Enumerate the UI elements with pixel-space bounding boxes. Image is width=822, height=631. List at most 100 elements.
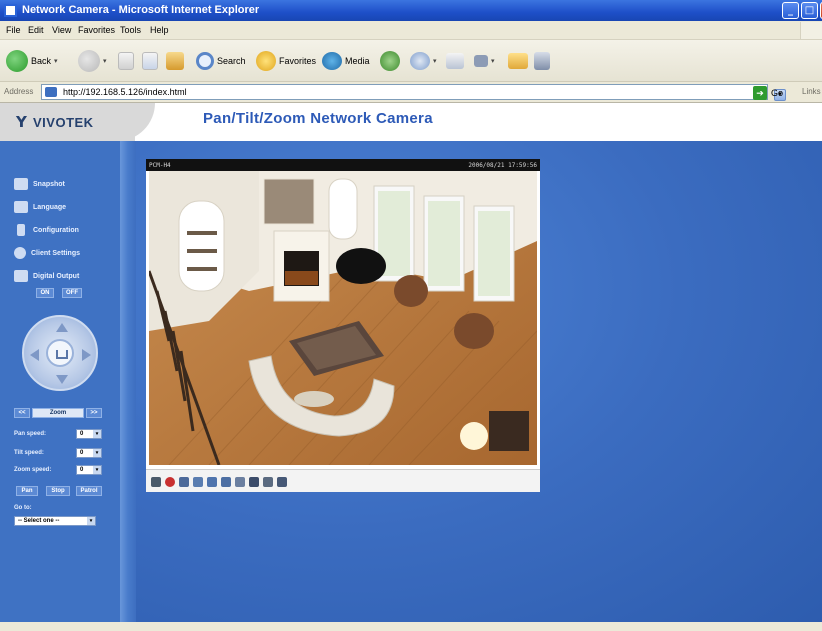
refresh-button[interactable]	[142, 49, 158, 73]
living-room-scene	[149, 171, 537, 465]
chevron-down-icon: ▾	[93, 430, 101, 438]
go-arrow-icon: ➔	[753, 86, 767, 100]
digital-zoom-ctrl-icon[interactable]	[179, 477, 189, 487]
goto-select-value: -- Select one --	[18, 518, 60, 524]
links-label[interactable]: Links	[802, 87, 821, 96]
address-label: Address	[4, 87, 34, 96]
digital-output-on-button[interactable]: ON	[36, 288, 54, 298]
tilt-up-icon[interactable]	[56, 323, 68, 332]
home-icon	[166, 52, 184, 70]
pan-speed-label: Pan speed:	[14, 431, 47, 437]
sidebar-item-configuration[interactable]: Configuration	[14, 221, 79, 239]
mail-button[interactable]: ▾	[410, 49, 437, 73]
forward-dropdown-icon[interactable]: ▾	[103, 57, 107, 65]
tilt-speed-label: Tilt speed:	[14, 450, 44, 456]
edit-button[interactable]: ▾	[474, 49, 495, 73]
history-button[interactable]	[380, 49, 400, 73]
menu-favorites[interactable]: Favorites	[78, 25, 115, 35]
back-button[interactable]: Back ▾	[6, 49, 58, 73]
chevron-down-icon: ▾	[93, 466, 101, 474]
messenger-button[interactable]	[534, 49, 550, 73]
address-url[interactable]: http://192.168.5.126/index.html	[63, 87, 187, 97]
title-bar: Network Camera - Microsoft Internet Expl…	[0, 0, 822, 21]
tilt-speed-select[interactable]: 0 ▾	[76, 448, 102, 458]
fullscreen-ctrl-icon[interactable]	[277, 477, 287, 487]
tilt-down-icon[interactable]	[56, 375, 68, 384]
browser-toolbar: Back ▾ ▾ Search Favorites Media ▾ ▾	[0, 40, 822, 82]
snapshot-ctrl-icon[interactable]	[151, 477, 161, 487]
talk-ctrl-icon[interactable]	[263, 477, 273, 487]
record-ctrl-icon[interactable]	[165, 477, 175, 487]
video-controls-bar	[146, 469, 540, 492]
back-dropdown-icon[interactable]: ▾	[54, 57, 58, 65]
favorites-button[interactable]: Favorites	[256, 49, 316, 73]
page-icon	[45, 87, 57, 97]
menu-file[interactable]: File	[6, 25, 21, 35]
output-icon	[14, 270, 28, 282]
video-status-bar: PCM-H4 2006/08/21 17:59:56	[146, 159, 540, 171]
zoom-speed-value: 0	[80, 467, 84, 473]
sidebar-item-snapshot[interactable]: Snapshot	[14, 175, 65, 193]
menu-view[interactable]: View	[52, 25, 71, 35]
pan-left-icon[interactable]	[30, 349, 39, 361]
volume-ctrl-icon[interactable]	[235, 477, 245, 487]
pan-button[interactable]: Pan	[16, 486, 38, 496]
sidebar-item-label: Digital Output	[33, 272, 80, 280]
address-field[interactable]: http://192.168.5.126/index.html ▾	[41, 84, 786, 101]
media-button[interactable]: Media	[322, 49, 370, 73]
folder-button[interactable]	[508, 49, 528, 73]
pause-ctrl-icon[interactable]	[221, 477, 231, 487]
messenger-icon	[534, 52, 550, 70]
print-button[interactable]	[446, 49, 464, 73]
zoom-in-button[interactable]: >>	[86, 408, 102, 418]
go-label: Go	[771, 88, 784, 98]
forward-button[interactable]: ▾	[78, 49, 107, 73]
play-ctrl-icon[interactable]	[207, 477, 217, 487]
sidebar-item-client-settings[interactable]: Client Settings	[14, 244, 80, 262]
history-icon	[380, 51, 400, 71]
camera-icon	[14, 178, 28, 190]
sidebar-item-digital-output[interactable]: Digital Output	[14, 267, 79, 285]
stop-button[interactable]	[118, 49, 134, 73]
home-button[interactable]	[166, 49, 184, 73]
globe-icon	[14, 201, 28, 213]
menu-help[interactable]: Help	[150, 25, 169, 35]
live-video-image[interactable]	[149, 171, 537, 465]
mute-ctrl-icon[interactable]	[249, 477, 259, 487]
sidebar-item-language[interactable]: Language	[14, 198, 66, 216]
search-label: Search	[217, 56, 246, 66]
stop-ctrl-icon[interactable]	[193, 477, 203, 487]
goto-select[interactable]: -- Select one -- ▾	[14, 516, 96, 526]
ptz-control-pad[interactable]	[22, 315, 98, 391]
refresh-icon	[142, 52, 158, 70]
pan-speed-select[interactable]: 0 ▾	[76, 429, 102, 439]
pan-right-icon[interactable]	[82, 349, 91, 361]
maximize-button[interactable]: □	[801, 2, 818, 19]
go-button[interactable]: ➔ Go	[753, 85, 783, 101]
zoom-label: Zoom	[32, 408, 84, 418]
pan-speed-value: 0	[80, 431, 84, 437]
sidebar-item-label: Language	[33, 203, 67, 211]
forward-icon	[78, 50, 100, 72]
zoom-out-button[interactable]: <<	[14, 408, 30, 418]
windows-logo-icon	[800, 22, 822, 39]
logo-mark-icon: Y	[16, 113, 27, 131]
menu-tools[interactable]: Tools	[120, 25, 141, 35]
page-title: Pan/Tilt/Zoom Network Camera	[203, 110, 433, 127]
menu-edit[interactable]: Edit	[28, 25, 44, 35]
zoom-speed-select[interactable]: 0 ▾	[76, 465, 102, 475]
sidebar-item-label: Configuration	[33, 226, 79, 234]
search-button[interactable]: Search	[196, 49, 246, 73]
menu-bar: File Edit View Favorites Tools Help	[0, 21, 822, 40]
digital-output-off-button[interactable]: OFF	[62, 288, 82, 298]
ie-app-icon	[4, 4, 17, 17]
minimize-button[interactable]: _	[782, 2, 799, 19]
patrol-button[interactable]: Patrol	[76, 486, 102, 496]
search-icon	[196, 52, 214, 70]
video-panel: PCM-H4 2006/08/21 17:59:56	[146, 159, 540, 492]
page-header: Y VIVOTEK Pan/Tilt/Zoom Network Camera	[0, 103, 822, 141]
stop-button[interactable]: Stop	[46, 486, 70, 496]
home-position-icon[interactable]	[46, 339, 74, 367]
mail-dropdown-icon[interactable]: ▾	[433, 57, 437, 65]
edit-dropdown-icon[interactable]: ▾	[491, 57, 495, 65]
